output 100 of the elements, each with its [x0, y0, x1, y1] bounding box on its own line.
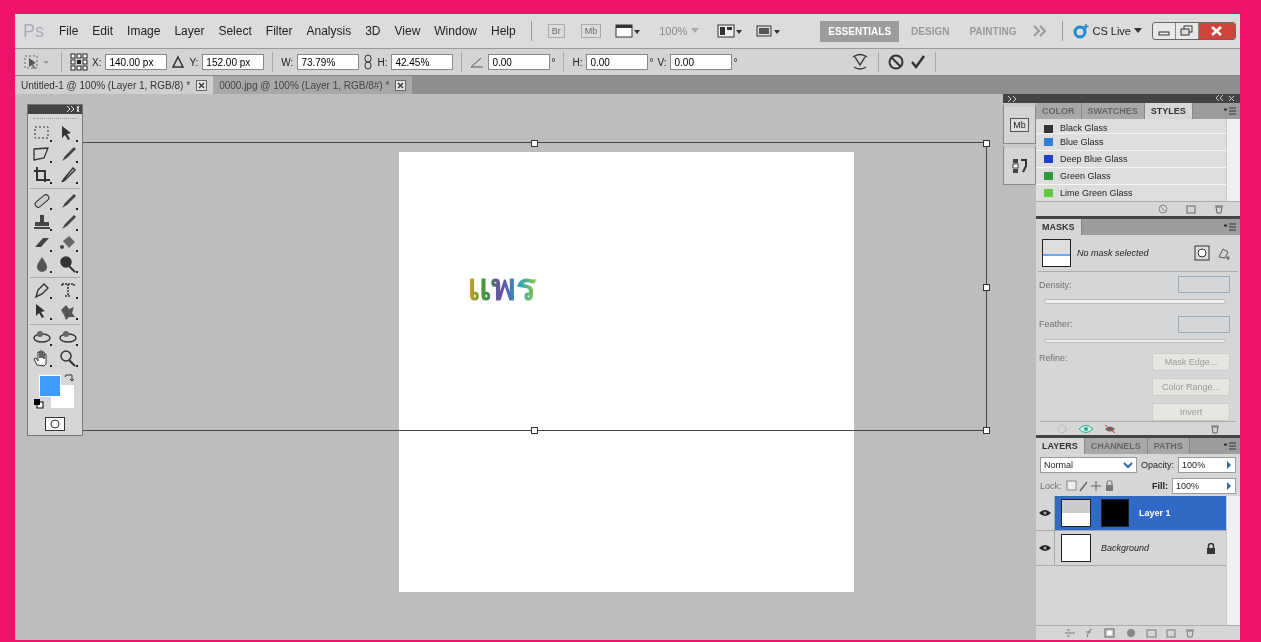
scrollbar[interactable] — [1226, 496, 1240, 625]
launcher-button[interactable]: Br — [547, 24, 565, 38]
warp-icon[interactable] — [850, 52, 870, 72]
collapse-icon[interactable] — [66, 105, 80, 113]
pixel-mask-icon[interactable] — [1194, 245, 1210, 261]
chevron-down-icon — [1123, 461, 1134, 469]
collapse-icon[interactable] — [1007, 95, 1019, 102]
triangle-right-icon[interactable] — [1226, 461, 1232, 469]
crop-icon[interactable] — [31, 165, 53, 185]
layer-thumbnail — [1061, 499, 1091, 527]
menu-item[interactable]: Select — [213, 22, 257, 40]
unit-label: ° — [551, 56, 556, 68]
caret-icon — [691, 28, 700, 34]
transform-handle[interactable] — [983, 427, 990, 434]
mask-status: No mask selected — [1077, 248, 1149, 258]
value-field[interactable]: 152.00 px — [202, 54, 265, 70]
fill-field[interactable]: 100% — [1172, 478, 1236, 494]
new-item-icon[interactable] — [1186, 204, 1196, 214]
stamp-icon[interactable] — [31, 212, 53, 232]
field-label: W: — [281, 56, 294, 68]
eye-icon[interactable] — [1038, 508, 1052, 518]
commit-checkmark-icon[interactable] — [909, 53, 927, 71]
panel-tab[interactable]: LAYERS — [1036, 438, 1085, 454]
transform-handle[interactable] — [530, 140, 538, 147]
frame-icon[interactable] — [755, 24, 782, 38]
panel-menu-icon[interactable] — [1224, 223, 1236, 231]
value-field[interactable]: 0.00 — [670, 54, 733, 70]
dodge-icon[interactable] — [57, 254, 79, 274]
menu-item[interactable]: Window — [429, 22, 482, 40]
panel-menu-icon[interactable] — [1224, 442, 1236, 450]
menu-item[interactable]: View — [389, 22, 426, 40]
value-field[interactable]: 73.79% — [297, 54, 360, 70]
transform-handle[interactable] — [530, 427, 538, 434]
link-icon[interactable] — [363, 54, 374, 70]
cancel-icon[interactable] — [887, 53, 905, 71]
style-item[interactable]: Deep Blue Glass — [1036, 151, 1226, 168]
field-label: X: — [92, 56, 102, 68]
expand-close-icon[interactable] — [1214, 95, 1236, 102]
value-field[interactable]: 140.00 px — [105, 54, 168, 70]
lock-options-icon[interactable] — [1065, 480, 1116, 492]
reference-point-icon[interactable] — [70, 53, 88, 71]
style-item[interactable]: Black Glass — [1036, 119, 1226, 134]
close-icon[interactable] — [196, 79, 208, 91]
style-item[interactable]: Green Glass — [1036, 168, 1226, 185]
zoom-icon[interactable] — [57, 348, 79, 368]
eye-icon[interactable] — [1038, 543, 1052, 553]
trash-icon[interactable] — [1210, 423, 1220, 434]
visibility-toggle[interactable] — [1036, 531, 1055, 565]
value-field[interactable]: 42.45% — [391, 54, 454, 70]
ring-icon — [1073, 23, 1090, 39]
close-icon[interactable] — [1198, 23, 1235, 39]
unit-label: ° — [649, 56, 654, 68]
field-label: H: — [572, 56, 583, 68]
color-swatches-drawing[interactable] — [39, 375, 75, 409]
menu-item[interactable]: Help — [486, 22, 521, 40]
paint-bucket-icon[interactable] — [57, 233, 79, 253]
feather-field[interactable] — [1178, 315, 1230, 333]
trash-icon[interactable] — [1214, 204, 1224, 214]
triangle-right-icon[interactable] — [1226, 482, 1232, 490]
close-icon[interactable] — [395, 79, 407, 91]
panel-tab[interactable]: MASKS — [1036, 219, 1082, 235]
scrollbar[interactable] — [1226, 119, 1240, 201]
screen-mode-icon[interactable] — [615, 24, 642, 38]
blend-mode-dropdown[interactable]: Normal — [1040, 457, 1138, 473]
style-item[interactable]: Blue Glass — [1036, 134, 1226, 151]
transform-handle[interactable] — [983, 283, 990, 291]
quick-mask-icon[interactable] — [45, 417, 65, 431]
swap-arrows-icon[interactable] — [64, 373, 74, 383]
launcher-button[interactable]: Mb — [580, 24, 602, 38]
document-tab[interactable]: 0000.jpg @ 100% (Layer 1, RGB/8#) * — [213, 76, 413, 94]
disable-mask-icon[interactable] — [1104, 423, 1116, 434]
menu-item[interactable]: Analysis — [301, 22, 357, 40]
menu-item[interactable]: File — [54, 22, 84, 40]
layer-row[interactable]: Background — [1036, 531, 1226, 566]
menu-item[interactable]: Edit — [87, 22, 119, 40]
panel-tab[interactable]: STYLES — [1144, 103, 1193, 119]
opacity-field[interactable]: 100% — [1178, 457, 1236, 473]
document-tab[interactable]: Untitled-1 @ 100% (Layer 1, RGB/8) * — [15, 76, 214, 94]
history-icon[interactable] — [1011, 157, 1028, 175]
value-field[interactable]: 0.00 — [586, 54, 649, 70]
menu-item[interactable]: Layer — [169, 22, 210, 40]
layer-thumbnail — [1042, 239, 1071, 267]
default-colors-icon[interactable] — [34, 399, 44, 409]
visibility-toggle[interactable] — [1036, 496, 1055, 530]
delta-icon[interactable] — [171, 55, 186, 69]
menu-item[interactable]: Image — [122, 22, 166, 40]
value-field[interactable]: 0.00 — [488, 54, 551, 70]
feather-label: Feather: — [1039, 319, 1073, 330]
menu-item[interactable]: Filter — [260, 22, 298, 40]
transform-handle[interactable] — [983, 140, 990, 147]
hand-icon[interactable] — [31, 348, 53, 368]
panel-menu-icon[interactable] — [1224, 107, 1236, 115]
layout-icon[interactable] — [717, 24, 744, 38]
field-label: Y: — [189, 56, 199, 68]
density-field[interactable] — [1178, 276, 1230, 293]
mini-bridge-button[interactable]: Mb — [1010, 118, 1029, 132]
lasso-icon[interactable] — [31, 144, 53, 164]
menu-item[interactable]: 3D — [360, 22, 386, 40]
cs-live-button[interactable]: CS Live — [1073, 23, 1142, 39]
layer-row[interactable]: Layer 1 — [1036, 496, 1226, 531]
